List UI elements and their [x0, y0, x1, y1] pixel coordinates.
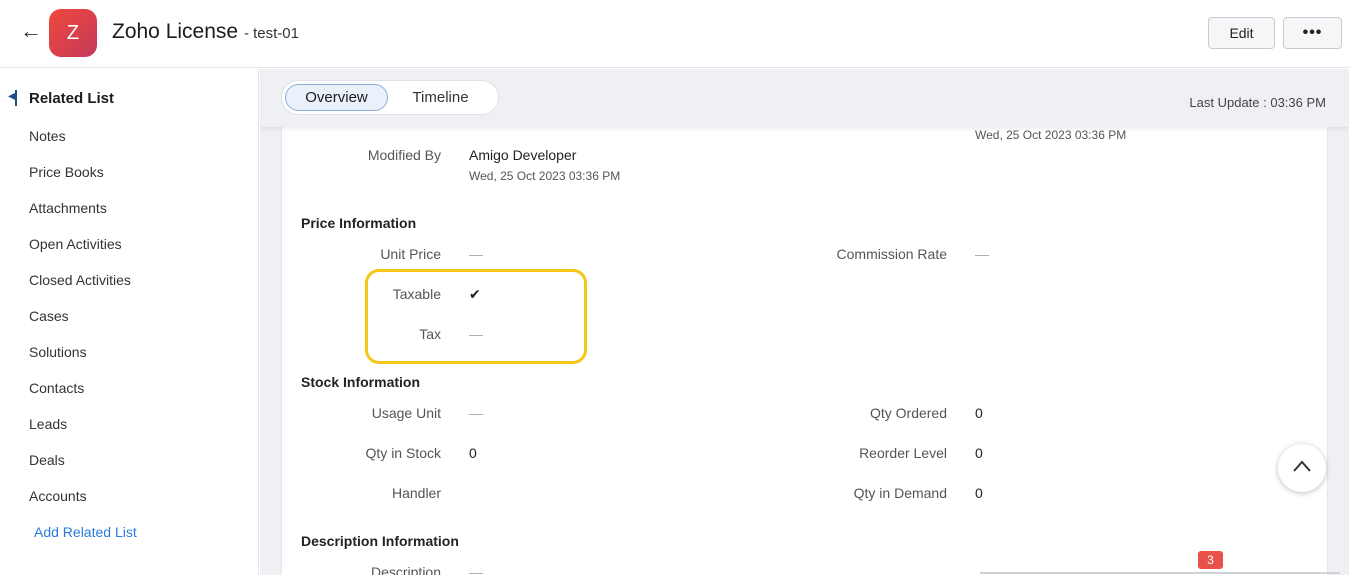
description-value[interactable]: —	[469, 564, 483, 575]
record-details-card: Wed, 25 Oct 2023 03:36 PM Modified By Am…	[281, 127, 1328, 575]
modified-by-time: Wed, 25 Oct 2023 03:36 PM	[469, 169, 621, 183]
edit-button[interactable]: Edit	[1208, 17, 1275, 49]
highlight-box	[365, 269, 587, 364]
unit-price-label: Unit Price	[380, 246, 441, 262]
view-tabs: Overview Timeline	[281, 80, 499, 115]
last-update-text: Last Update : 03:36 PM	[1189, 95, 1326, 110]
sidebar-item-solutions[interactable]: Solutions	[29, 344, 87, 360]
sidebar-item-contacts[interactable]: Contacts	[29, 380, 84, 396]
sidebar-item-accounts[interactable]: Accounts	[29, 488, 87, 504]
arrow-left-icon[interactable]: ←	[18, 18, 44, 44]
price-information-heading: Price Information	[301, 215, 417, 231]
taxable-checkmark-icon[interactable]: ✔	[469, 286, 481, 303]
tax-value[interactable]: —	[469, 326, 483, 342]
related-list-heading[interactable]: ◀ Related List	[0, 89, 259, 109]
notification-badge[interactable]: 3	[1198, 551, 1223, 569]
usage-unit-label: Usage Unit	[371, 405, 441, 421]
unit-price-value[interactable]: —	[469, 246, 483, 262]
commission-rate-value[interactable]: —	[975, 246, 989, 262]
qty-in-stock-label: Qty in Stock	[365, 445, 441, 461]
page-title: Zoho License - test-01	[112, 20, 299, 44]
bottom-scroll-track	[980, 572, 1340, 574]
sidebar-item-leads[interactable]: Leads	[29, 416, 67, 432]
record-header: ← Z Zoho License - test-01 Edit •••	[0, 0, 1349, 68]
tab-bar: Overview Timeline Last Update : 03:36 PM	[260, 69, 1349, 127]
qty-in-stock-value[interactable]: 0	[469, 445, 477, 461]
usage-unit-value[interactable]: —	[469, 405, 483, 421]
handler-label: Handler	[391, 485, 441, 501]
modified-by-value: Amigo Developer	[469, 147, 577, 163]
sidebar-item-deals[interactable]: Deals	[29, 452, 65, 468]
modified-by-label: Modified By	[367, 147, 441, 163]
sidebar-item-price-books[interactable]: Price Books	[29, 164, 104, 180]
related-list-title: Related List	[29, 90, 115, 107]
qty-in-demand-label: Qty in Demand	[853, 485, 947, 501]
chevron-up-icon	[1293, 460, 1311, 472]
active-indicator	[15, 90, 17, 106]
related-list-sidebar: ◀ Related List Notes Price Books Attachm…	[0, 69, 259, 575]
stock-information-heading: Stock Information	[301, 374, 421, 390]
reorder-level-value[interactable]: 0	[975, 445, 983, 461]
reorder-level-label: Reorder Level	[859, 445, 947, 461]
commission-rate-label: Commission Rate	[836, 246, 947, 262]
tax-label: Tax	[419, 326, 441, 342]
sidebar-item-attachments[interactable]: Attachments	[29, 200, 107, 216]
sidebar-item-closed-activities[interactable]: Closed Activities	[29, 272, 131, 288]
record-subtitle: - test-01	[243, 25, 299, 42]
taxable-label: Taxable	[392, 286, 441, 302]
sidebar-item-open-activities[interactable]: Open Activities	[29, 236, 122, 252]
description-label: Description	[370, 564, 441, 575]
qty-in-demand-value[interactable]: 0	[975, 485, 983, 501]
qty-ordered-label: Qty Ordered	[869, 405, 947, 421]
avatar: Z	[49, 9, 97, 57]
add-related-list-link[interactable]: Add Related List	[34, 524, 137, 540]
tab-overview[interactable]: Overview	[285, 84, 388, 111]
description-information-heading: Description Information	[301, 533, 459, 549]
more-options-button[interactable]: •••	[1283, 17, 1342, 49]
qty-ordered-value[interactable]: 0	[975, 405, 983, 421]
scroll-to-top-button[interactable]	[1278, 444, 1326, 492]
main-panel: Overview Timeline Last Update : 03:36 PM…	[260, 69, 1349, 575]
sidebar-item-cases[interactable]: Cases	[29, 308, 69, 324]
record-title: Zoho License	[112, 20, 239, 43]
sidebar-item-notes[interactable]: Notes	[29, 128, 66, 144]
tab-timeline[interactable]: Timeline	[393, 84, 488, 111]
modified-time-right: Wed, 25 Oct 2023 03:36 PM	[975, 128, 1127, 142]
